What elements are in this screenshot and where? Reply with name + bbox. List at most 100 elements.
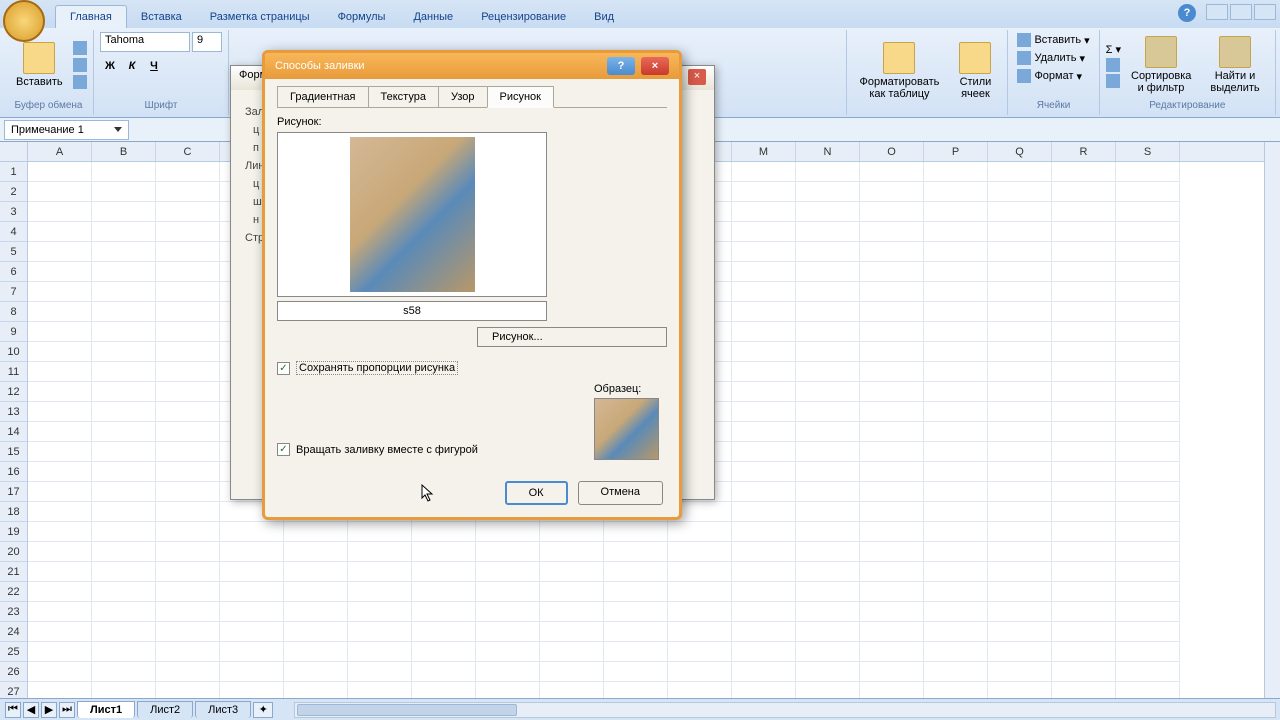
cell-styles-button[interactable]: Стили ячеек <box>949 40 1001 102</box>
row-header[interactable]: 1 <box>0 162 27 182</box>
clear-icon[interactable] <box>1106 74 1120 88</box>
column-header[interactable]: M <box>732 142 796 161</box>
tab-picture[interactable]: Рисунок <box>487 86 555 108</box>
font-group-label: Шрифт <box>100 98 222 113</box>
row-header[interactable]: 3 <box>0 202 27 222</box>
column-header[interactable]: S <box>1116 142 1180 161</box>
tab-insert[interactable]: Вставка <box>127 6 196 28</box>
row-header[interactable]: 14 <box>0 422 27 442</box>
sheet-tab-3[interactable]: Лист3 <box>195 701 251 718</box>
row-header[interactable]: 23 <box>0 602 27 622</box>
tab-data[interactable]: Данные <box>399 6 467 28</box>
column-header[interactable]: B <box>92 142 156 161</box>
tab-page-layout[interactable]: Разметка страницы <box>196 6 324 28</box>
close-button[interactable] <box>1254 4 1276 20</box>
sheet-nav-first[interactable]: ⏮ <box>5 702 21 718</box>
format-painter-icon[interactable] <box>73 75 87 89</box>
format-cells-button[interactable]: Формат ▾ <box>1014 68 1085 84</box>
row-header[interactable]: 12 <box>0 382 27 402</box>
cut-icon[interactable] <box>73 41 87 55</box>
delete-icon <box>1017 51 1031 65</box>
tab-home[interactable]: Главная <box>55 5 127 28</box>
row-header[interactable]: 13 <box>0 402 27 422</box>
close-icon[interactable]: × <box>688 69 706 85</box>
font-name-combo[interactable]: Tahoma <box>100 32 190 52</box>
row-header[interactable]: 4 <box>0 222 27 242</box>
sort-filter-button[interactable]: Сортировка и фильтр <box>1125 34 1197 96</box>
column-header[interactable]: Q <box>988 142 1052 161</box>
column-header[interactable]: N <box>796 142 860 161</box>
minimize-button[interactable] <box>1206 4 1228 20</box>
scrollbar-thumb[interactable] <box>297 704 517 716</box>
name-box[interactable]: Примечание 1 <box>4 120 129 140</box>
row-header[interactable]: 15 <box>0 442 27 462</box>
delete-cells-button[interactable]: Удалить ▾ <box>1014 50 1088 66</box>
rotate-fill-checkbox[interactable]: ✓ <box>277 443 290 456</box>
row-header[interactable]: 18 <box>0 502 27 522</box>
column-header[interactable]: A <box>28 142 92 161</box>
row-header[interactable]: 20 <box>0 542 27 562</box>
find-select-button[interactable]: Найти и выделить <box>1201 34 1269 96</box>
tab-texture[interactable]: Текстура <box>368 86 439 108</box>
new-sheet-button[interactable]: ✦ <box>253 702 273 718</box>
row-header[interactable]: 2 <box>0 182 27 202</box>
row-header[interactable]: 6 <box>0 262 27 282</box>
sample-preview <box>594 398 659 460</box>
italic-button[interactable]: К <box>122 56 142 76</box>
row-header[interactable]: 25 <box>0 642 27 662</box>
sheet-tab-2[interactable]: Лист2 <box>137 701 193 718</box>
row-header[interactable]: 5 <box>0 242 27 262</box>
row-header[interactable]: 21 <box>0 562 27 582</box>
lock-aspect-checkbox[interactable]: ✓ <box>277 362 290 375</box>
dialog-help-button[interactable]: ? <box>607 57 635 75</box>
sheet-nav-prev[interactable]: ◀ <box>23 702 39 718</box>
font-size-combo[interactable]: 9 <box>192 32 222 52</box>
row-header[interactable]: 17 <box>0 482 27 502</box>
sheet-nav-next[interactable]: ▶ <box>41 702 57 718</box>
sheet-tab-1[interactable]: Лист1 <box>77 701 135 718</box>
row-header[interactable]: 11 <box>0 362 27 382</box>
copy-icon[interactable] <box>73 58 87 72</box>
underline-button[interactable]: Ч <box>144 56 164 76</box>
row-header[interactable]: 26 <box>0 662 27 682</box>
row-header[interactable]: 16 <box>0 462 27 482</box>
sheet-nav-last[interactable]: ⏭ <box>59 702 75 718</box>
format-table-button[interactable]: Форматировать как таблицу <box>853 40 945 102</box>
vertical-scrollbar[interactable] <box>1264 142 1280 698</box>
tab-view[interactable]: Вид <box>580 6 628 28</box>
horizontal-scrollbar[interactable] <box>294 702 1276 718</box>
bold-button[interactable]: Ж <box>100 56 120 76</box>
fill-icon[interactable] <box>1106 58 1120 72</box>
office-button[interactable] <box>3 0 45 42</box>
column-header[interactable]: C <box>156 142 220 161</box>
dialog-close-button[interactable]: × <box>641 57 669 75</box>
tab-formulas[interactable]: Формулы <box>324 6 400 28</box>
tab-gradient[interactable]: Градиентная <box>277 86 369 108</box>
picture-label: Рисунок: <box>277 116 667 128</box>
tab-review[interactable]: Рецензирование <box>467 6 580 28</box>
ok-button[interactable]: ОК <box>505 481 568 505</box>
tab-pattern[interactable]: Узор <box>438 86 488 108</box>
paste-button[interactable]: Вставить <box>10 40 69 90</box>
select-picture-button[interactable]: Рисунок... <box>477 327 667 347</box>
picture-name-field[interactable]: s58 <box>277 301 547 321</box>
autosum-icon[interactable]: Σ ▾ <box>1106 43 1121 56</box>
cancel-button[interactable]: Отмена <box>578 481 663 505</box>
row-header[interactable]: 8 <box>0 302 27 322</box>
row-header[interactable]: 19 <box>0 522 27 542</box>
row-header[interactable]: 22 <box>0 582 27 602</box>
styles-icon <box>959 42 991 74</box>
column-header[interactable]: P <box>924 142 988 161</box>
row-header[interactable]: 24 <box>0 622 27 642</box>
restore-button[interactable] <box>1230 4 1252 20</box>
column-header[interactable]: R <box>1052 142 1116 161</box>
column-header[interactable]: O <box>860 142 924 161</box>
help-icon[interactable]: ? <box>1178 4 1196 22</box>
row-header[interactable]: 9 <box>0 322 27 342</box>
select-all-corner[interactable] <box>0 142 28 162</box>
insert-cells-button[interactable]: Вставить ▾ <box>1014 32 1092 48</box>
row-header[interactable]: 10 <box>0 342 27 362</box>
row-header[interactable]: 7 <box>0 282 27 302</box>
cells-group-label: Ячейки <box>1014 98 1092 113</box>
clipboard-group-label: Буфер обмена <box>10 98 87 113</box>
